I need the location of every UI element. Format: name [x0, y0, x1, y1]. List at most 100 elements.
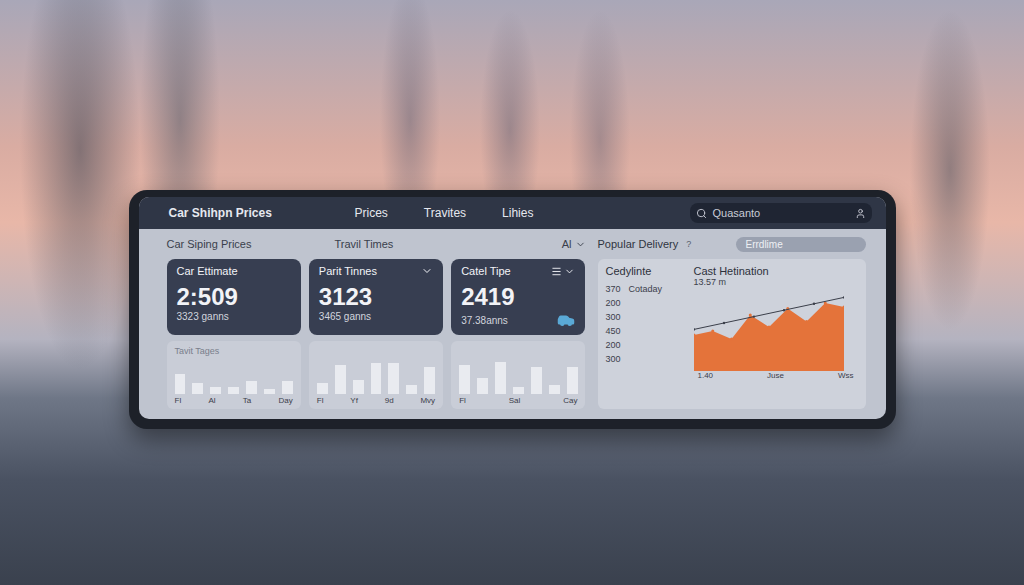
bar-chart: [459, 346, 577, 394]
cost-chart: [694, 291, 844, 371]
popular-label: Popular Delivery: [598, 238, 679, 250]
filter-dropdown[interactable]: Al: [562, 238, 586, 250]
x-tick: 1.40: [698, 371, 714, 380]
stat-sub: 3323 ganns: [177, 311, 229, 322]
bar: [335, 365, 346, 394]
chevron-down-icon[interactable]: [564, 266, 575, 277]
tick-note: Cotaday: [629, 284, 663, 294]
stat-value: 2419: [461, 283, 575, 311]
area-point: [694, 334, 696, 337]
nav-item[interactable]: Prices: [355, 206, 388, 220]
trend-point: [694, 328, 695, 330]
x-tick: Wss: [838, 371, 854, 380]
area-point: [805, 320, 808, 323]
area-point: [842, 306, 844, 309]
chart-value: 13.57 m: [694, 277, 858, 287]
trend-line-segment: [754, 310, 784, 316]
trend-line-segment: [694, 323, 724, 329]
right-column: Popular Delivery? Errdlime Cedylinte 370 Cot…: [598, 235, 866, 409]
area-series: [694, 303, 844, 371]
search-field[interactable]: Quasanto: [690, 203, 872, 223]
bar: [210, 387, 221, 394]
bar-label: 9d: [385, 396, 394, 405]
bar: [531, 367, 542, 394]
bar: [353, 380, 364, 394]
bar-label: Ta: [243, 396, 251, 405]
bar-label: Fl: [175, 396, 182, 405]
nav-item[interactable]: Travites: [424, 206, 466, 220]
stat-card[interactable]: Catel Tipe 2419 37.38anns: [451, 259, 585, 335]
stat-title: Car Ettimate: [177, 265, 238, 277]
chart-title: Cast Hetination: [694, 265, 858, 277]
menu-icon[interactable]: [551, 266, 562, 277]
bar: [424, 367, 435, 394]
trend-point: [722, 322, 724, 324]
bar-label: Day: [279, 396, 293, 405]
area-point: [767, 326, 770, 329]
trend-line-segment: [724, 317, 754, 323]
y-tick: 450: [606, 326, 621, 336]
bar: [388, 363, 399, 394]
stat-value: 2:509: [177, 283, 291, 311]
trend-title: Cedylinte: [606, 265, 684, 277]
app-title: Car Shihpn Prices: [169, 206, 319, 220]
trend-line-segment: [784, 304, 814, 310]
bar-label: Al: [208, 396, 215, 405]
bar: [264, 389, 275, 394]
stat-cards: Car Ettimate2:5093323 gannsParit Tinnes3…: [167, 259, 586, 335]
stat-title: Catel Tipe: [461, 265, 511, 277]
area-point: [748, 314, 751, 317]
y-axis: Cedylinte370Cotaday200300450200300: [606, 265, 684, 403]
bar: [495, 362, 506, 394]
area-point: [730, 338, 733, 341]
bar-chart: [317, 346, 435, 394]
bar-label: Yf: [350, 396, 358, 405]
stat-title: Parit Tinnes: [319, 265, 377, 277]
y-tick: 200: [606, 340, 621, 350]
nav-item[interactable]: Lihies: [502, 206, 533, 220]
stat-sub: 3465 ganns: [319, 311, 371, 322]
car-icon: [557, 311, 575, 329]
bar-card: Fl Sal Cay: [451, 341, 585, 409]
bar: [567, 367, 578, 394]
bar-label: Fl: [317, 396, 324, 405]
area-point: [711, 330, 714, 333]
y-tick: 300: [606, 354, 621, 364]
tablet: Car Shihpn Prices Prices Travites Lihies Qua…: [129, 190, 896, 429]
trend-point: [752, 315, 754, 317]
search-placeholder: Quasanto: [713, 207, 849, 219]
bar-label: Fl: [459, 396, 466, 405]
dashboard-body: Car Siping Prices Travil Times Al Car Ettim…: [139, 229, 886, 419]
trend-point: [782, 309, 784, 311]
top-bar: Car Shihpn Prices Prices Travites Lihies Qua…: [139, 197, 886, 229]
stat-card[interactable]: Parit Tinnes31233465 ganns: [309, 259, 443, 335]
bar: [246, 381, 257, 394]
bar: [192, 383, 203, 394]
bar: [513, 387, 524, 394]
bar: [282, 381, 293, 394]
stat-sub: 37.38anns: [461, 315, 508, 326]
left-column: Car Siping Prices Travil Times Al Car Ettim…: [167, 235, 586, 409]
bar: [371, 363, 382, 394]
chevron-down-icon: [575, 239, 586, 250]
y-tick: 200: [606, 298, 621, 308]
help-hint[interactable]: ?: [686, 239, 691, 249]
bar: [477, 378, 488, 394]
bar-label: Cay: [563, 396, 577, 405]
bar-card-title: Tavit Tages: [175, 346, 293, 356]
bar-cards: Tavit TagesFlAlTaDayFlYf9dMvyFlSalCay: [167, 341, 586, 409]
search-icon: [696, 208, 707, 219]
bar: [175, 374, 186, 394]
chevron-down-icon[interactable]: [421, 265, 433, 277]
trend-point: [812, 303, 814, 305]
photo-scene: Car Shihpn Prices Prices Travites Lihies Qua…: [0, 0, 1024, 585]
user-icon[interactable]: [855, 208, 866, 219]
bar-label: Sal: [509, 396, 521, 405]
delivery-pill[interactable]: Errdlime: [736, 237, 866, 252]
stat-card[interactable]: Car Ettimate 2:5093323 ganns: [167, 259, 301, 335]
y-tick: 370: [606, 284, 621, 294]
section-title: Travil Times: [335, 238, 455, 250]
section-title: Car Siping Prices: [167, 238, 317, 250]
dashboard-screen: Car Shihpn Prices Prices Travites Lihies Qua…: [139, 197, 886, 419]
bar: [549, 385, 560, 394]
